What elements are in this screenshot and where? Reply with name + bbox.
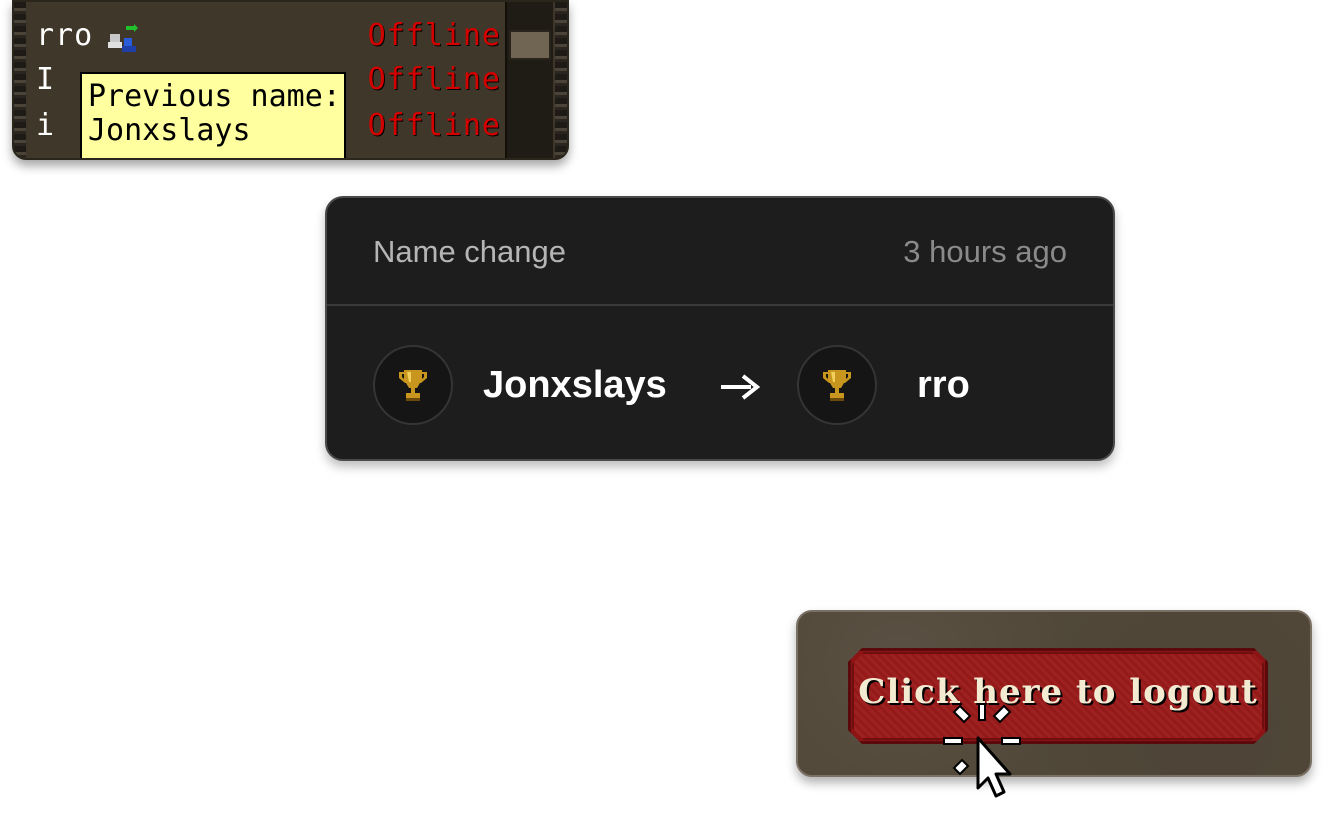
friend-status: Offline xyxy=(367,62,501,97)
old-name-avatar xyxy=(373,345,453,425)
trophy-icon xyxy=(399,370,427,401)
arrow-right-icon xyxy=(721,374,761,400)
friend-status: Offline xyxy=(367,108,501,143)
panel-border-right xyxy=(555,2,567,158)
new-name-avatar xyxy=(797,345,877,425)
friends-list: rro Offline I Offline i Offline Previous… xyxy=(28,2,505,158)
logout-button[interactable]: Click here to logout xyxy=(848,648,1268,744)
old-name: Jonxslays xyxy=(483,364,667,406)
name-change-icon xyxy=(108,24,138,52)
trophy-icon xyxy=(823,370,851,401)
card-header: Name change 3 hours ago xyxy=(327,198,1113,306)
logout-panel: Click here to logout xyxy=(796,610,1312,798)
friend-name: I xyxy=(36,62,56,97)
tooltip-line-1: Previous name: xyxy=(88,79,341,114)
friend-status: Offline xyxy=(367,18,501,53)
stage: rro Offline I Offline i Offline Previous… xyxy=(0,0,1325,835)
friend-row[interactable]: rro Offline xyxy=(36,14,505,58)
card-title: Name change xyxy=(373,234,567,269)
friends-list-panel: rro Offline I Offline i Offline Previous… xyxy=(12,0,569,160)
scrollbar[interactable] xyxy=(505,2,553,158)
friend-name: i xyxy=(36,108,56,143)
scrollbar-thumb[interactable] xyxy=(509,30,551,60)
tooltip-line-2: Jonxslays xyxy=(88,113,251,148)
name-change-card: Name change 3 hours ago Jonxslays rro xyxy=(325,196,1115,461)
friend-name: rro xyxy=(36,18,94,53)
new-name: rro xyxy=(917,364,970,406)
card-timestamp: 3 hours ago xyxy=(903,234,1067,269)
click-cursor-icon xyxy=(943,703,1021,798)
panel-border-left xyxy=(14,2,26,158)
previous-name-tooltip: Previous name: Jonxslays xyxy=(80,72,346,158)
logout-button-label: Click here to logout xyxy=(858,672,1258,712)
